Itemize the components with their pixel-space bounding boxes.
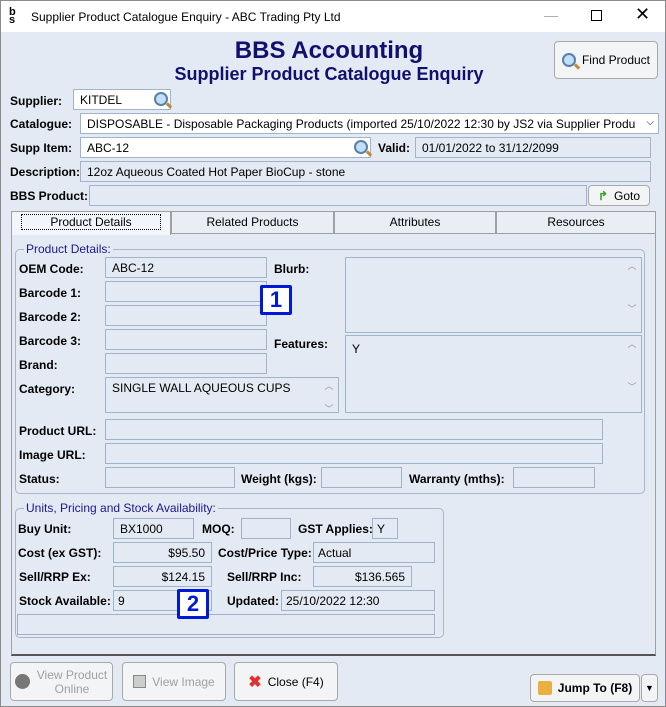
supp-item-input[interactable]: ABC-12	[80, 137, 371, 158]
category-field: SINGLE WALL AQUEOUS CUPS ︿ ﹀	[105, 377, 339, 413]
category-value: SINGLE WALL AQUEOUS CUPS	[112, 381, 291, 395]
title-bar: bs Supplier Product Catalogue Enquiry - …	[1, 1, 665, 32]
scrollbar[interactable]: ︿ ﹀	[321, 379, 337, 412]
updated-label: Updated:	[227, 594, 279, 608]
goto-arrow-icon: ↱	[597, 188, 609, 203]
supp-item-label: Supp Item:	[10, 141, 72, 155]
buy-unit-field: BX1000	[113, 518, 194, 539]
tab-attributes[interactable]: Attributes	[334, 211, 496, 234]
valid-label: Valid:	[378, 141, 411, 155]
cost-type-field: Actual	[313, 542, 435, 563]
window-title: Supplier Product Catalogue Enquiry - ABC…	[31, 10, 341, 24]
supplier-label: Supplier:	[10, 94, 63, 108]
valid-field: 01/01/2022 to 31/12/2099	[415, 137, 651, 158]
find-product-label: Find Product	[581, 53, 651, 67]
stock-label: Stock Available:	[19, 594, 111, 608]
features-field: Y ︿ ﹀	[345, 335, 642, 413]
tab-product-details[interactable]: Product Details	[11, 211, 171, 235]
bbs-logo-icon: bs	[9, 6, 16, 26]
description-label: Description:	[10, 165, 81, 179]
sell-inc-label: Sell/RRP Inc:	[227, 570, 302, 584]
buy-unit-label: Buy Unit:	[18, 522, 72, 536]
features-value: Y	[352, 342, 361, 356]
jump-to-label: Jump To (F8)	[557, 681, 633, 695]
catalogue-select[interactable]: DISPOSABLE - Disposable Packaging Produc…	[80, 113, 659, 134]
pricing-note-field	[17, 614, 435, 635]
barcode1-field	[105, 281, 267, 302]
close-x-icon: ✖	[248, 673, 262, 691]
bbs-product-label: BBS Product:	[10, 189, 88, 203]
updated-field: 25/10/2022 12:30	[281, 590, 435, 611]
close-window-button[interactable]: ✕	[635, 4, 650, 25]
weight-field	[321, 467, 402, 488]
description-field: 12oz Aqueous Coated Hot Paper BioCup - s…	[80, 161, 651, 182]
supplier-search-icon[interactable]	[154, 92, 168, 109]
view-image-label: View Image	[152, 674, 215, 689]
warranty-label: Warranty (mths):	[409, 472, 505, 486]
barcode2-label: Barcode 2:	[19, 310, 82, 324]
marker-1: 1	[260, 285, 292, 315]
warranty-field	[513, 467, 595, 488]
blurb-field: ︿ ﹀	[345, 257, 642, 333]
view-product-online-button[interactable]: View Product Online	[10, 662, 113, 701]
find-product-button[interactable]: Find Product	[554, 41, 658, 79]
globe-icon	[15, 674, 30, 689]
tab-resources[interactable]: Resources	[496, 211, 656, 234]
supp-item-search-icon[interactable]	[354, 140, 368, 157]
category-label: Category:	[19, 382, 76, 396]
image-url-field	[105, 443, 603, 464]
cost-label: Cost (ex GST):	[18, 546, 102, 560]
status-field	[105, 467, 235, 488]
barcode3-field	[105, 329, 267, 350]
moq-field	[241, 518, 291, 539]
group-title: Product Details:	[24, 242, 113, 256]
goto-label: Goto	[614, 188, 641, 203]
moq-label: MOQ:	[202, 522, 235, 536]
cost-field: $95.50	[113, 542, 212, 563]
close-label: Close (F4)	[267, 674, 324, 689]
sell-ex-label: Sell/RRP Ex:	[19, 570, 91, 584]
barcode2-field	[105, 305, 267, 326]
gst-field: Y	[372, 518, 398, 539]
scrollbar[interactable]: ︿ ﹀	[624, 259, 640, 331]
status-label: Status:	[19, 472, 60, 486]
chevron-down-icon: ⌵	[646, 117, 654, 128]
goto-button[interactable]: ↱ Goto	[588, 185, 650, 206]
oem-label: OEM Code:	[19, 262, 84, 276]
jump-to-button[interactable]: Jump To (F8)	[530, 674, 640, 702]
brand-label: Brand:	[19, 358, 58, 372]
tab-related-products[interactable]: Related Products	[171, 211, 334, 234]
product-url-label: Product URL:	[19, 424, 97, 438]
folder-icon	[537, 681, 552, 695]
view-image-button[interactable]: View Image	[122, 662, 226, 701]
jump-to-dropdown-button[interactable]: ▼	[641, 674, 658, 702]
view-online-label: View Product Online	[36, 667, 108, 696]
image-url-label: Image URL:	[19, 448, 86, 462]
search-icon	[561, 53, 576, 67]
barcode3-label: Barcode 3:	[19, 334, 82, 348]
catalogue-value: DISPOSABLE - Disposable Packaging Produc…	[87, 117, 636, 131]
cost-type-label: Cost/Price Type:	[218, 546, 312, 560]
sell-ex-field: $124.15	[113, 566, 212, 587]
group-title: Units, Pricing and Stock Availability:	[24, 501, 218, 515]
close-button[interactable]: ✖ Close (F4)	[234, 662, 338, 701]
image-icon	[133, 675, 147, 688]
catalogue-label: Catalogue:	[10, 117, 73, 131]
brand-field	[105, 353, 267, 374]
scrollbar[interactable]: ︿ ﹀	[624, 337, 640, 411]
window: bs Supplier Product Catalogue Enquiry - …	[0, 0, 666, 707]
bbs-product-field	[89, 185, 587, 206]
sell-inc-field: $136.565	[313, 566, 412, 587]
tab-label: Product Details	[21, 214, 161, 230]
marker-2: 2	[177, 589, 209, 619]
maximize-button[interactable]	[591, 10, 602, 21]
weight-label: Weight (kgs):	[241, 472, 317, 486]
oem-field: ABC-12	[105, 257, 267, 278]
minimize-button[interactable]: —	[544, 7, 558, 23]
features-label: Features:	[274, 337, 329, 351]
blurb-label: Blurb:	[274, 262, 310, 276]
product-url-field	[105, 419, 603, 440]
gst-label: GST Applies:	[298, 522, 373, 536]
barcode1-label: Barcode 1:	[19, 286, 82, 300]
